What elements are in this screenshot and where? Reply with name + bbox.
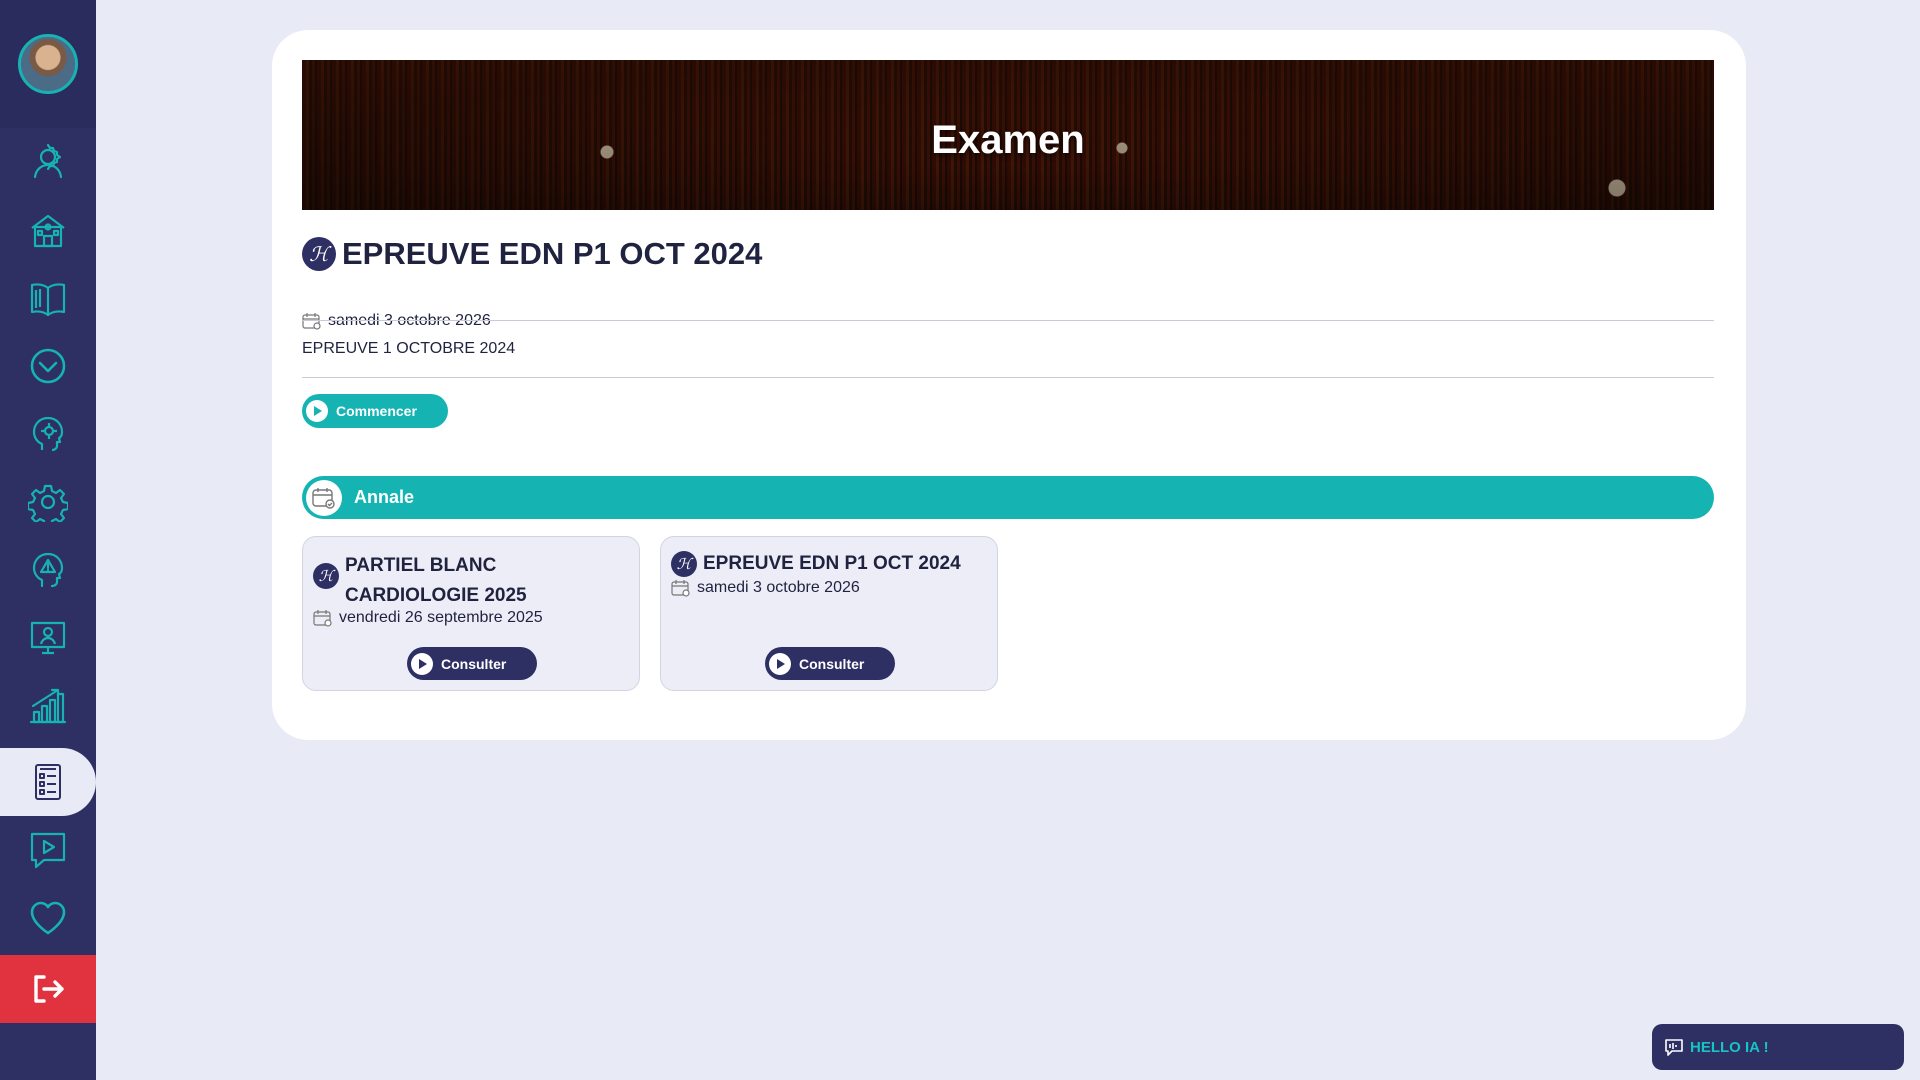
head-gear-icon bbox=[32, 416, 64, 452]
annale-card: ℋ PARTIEL BLANC CARDIOLOGIE 2025 vendred… bbox=[302, 536, 640, 691]
section-title: Annale bbox=[354, 487, 415, 507]
annale-title-line: EPREUVE EDN P1 OCT 2024 bbox=[703, 553, 961, 574]
sidebar-item-alerts[interactable] bbox=[0, 536, 96, 604]
annale-card-header: ℋ EPREUVE EDN P1 OCT 2024 bbox=[671, 551, 961, 577]
ai-chat-button[interactable]: HELLO IA ! bbox=[1652, 1024, 1904, 1070]
sidebar-item-classroom[interactable] bbox=[0, 604, 96, 672]
banner-title: Examen bbox=[931, 117, 1085, 162]
checklist-icon bbox=[35, 764, 61, 800]
chart-growth-icon bbox=[29, 688, 67, 724]
annale-card-header: ℋ PARTIEL BLANC CARDIOLOGIE 2025 bbox=[313, 551, 527, 611]
divider bbox=[302, 377, 1714, 378]
annale-date-text: vendredi 26 septembre 2025 bbox=[339, 609, 543, 626]
annale-date: vendredi 26 septembre 2025 bbox=[313, 609, 543, 627]
calendar-icon bbox=[313, 610, 332, 627]
sidebar-item-validate[interactable] bbox=[0, 332, 96, 400]
exam-date-text: samedi 3 octobre 2026 bbox=[328, 312, 491, 329]
calendar-icon bbox=[302, 313, 321, 330]
calendar-icon bbox=[671, 580, 690, 597]
annale-title-line: PARTIEL BLANC bbox=[345, 555, 497, 576]
gear-icon bbox=[28, 484, 68, 522]
annale-date: samedi 3 octobre 2026 bbox=[671, 579, 860, 597]
sidebar-item-settings[interactable] bbox=[0, 468, 96, 536]
banner-library-image: Examen bbox=[302, 60, 1714, 210]
school-icon bbox=[31, 214, 65, 248]
divider bbox=[302, 320, 1714, 321]
consult-button-label: Consulter bbox=[799, 655, 865, 672]
exam-date: samedi 3 octobre 2026 bbox=[302, 312, 491, 330]
monitor-user-icon bbox=[30, 621, 66, 655]
ai-chat-label: HELLO IA ! bbox=[1690, 1038, 1769, 1056]
play-icon bbox=[306, 400, 328, 422]
sidebar-item-favorites[interactable] bbox=[0, 884, 96, 952]
calendar-check-icon bbox=[306, 479, 342, 516]
sidebar-item-skills[interactable] bbox=[0, 400, 96, 468]
consult-button-label: Consulter bbox=[441, 655, 507, 672]
logout-button[interactable] bbox=[0, 955, 96, 1023]
head-alert-icon bbox=[32, 552, 64, 588]
sidebar-item-profile[interactable] bbox=[0, 128, 96, 196]
start-button-label: Commencer bbox=[336, 403, 417, 419]
video-chat-icon bbox=[30, 832, 66, 869]
sidebar-item-stats[interactable] bbox=[0, 672, 96, 740]
play-icon bbox=[411, 652, 433, 675]
sidebar-item-school[interactable] bbox=[0, 196, 96, 264]
exam-description: EPREUVE 1 OCTOBRE 2024 bbox=[302, 340, 516, 357]
exam-header: ℋ EPREUVE EDN P1 OCT 2024 bbox=[302, 236, 762, 272]
annale-card: ℋ EPREUVE EDN P1 OCT 2024 samedi 3 octob… bbox=[660, 536, 998, 691]
consult-button[interactable]: Consulter bbox=[407, 647, 537, 680]
annale-title-line: CARDIOLOGIE 2025 bbox=[345, 585, 527, 606]
exam-title: EPREUVE EDN P1 OCT 2024 bbox=[342, 236, 763, 271]
sidebar-item-exams[interactable] bbox=[0, 748, 96, 816]
exam-card: Examen ℋ EPREUVE EDN P1 OCT 2024 samedi … bbox=[272, 30, 1746, 740]
avatar[interactable] bbox=[18, 34, 78, 94]
user-gear-icon bbox=[33, 143, 63, 179]
sidebar bbox=[0, 0, 96, 1080]
brand-logo-icon: ℋ bbox=[302, 237, 336, 271]
brand-logo-icon: ℋ bbox=[671, 551, 697, 577]
consult-button[interactable]: Consulter bbox=[765, 647, 895, 680]
sidebar-item-videos[interactable] bbox=[0, 816, 96, 884]
chevron-circle-down-icon bbox=[30, 348, 66, 384]
chat-bubble-icon bbox=[1665, 1039, 1683, 1056]
avatar-area bbox=[0, 0, 96, 128]
book-open-icon bbox=[30, 283, 66, 317]
play-icon bbox=[769, 652, 791, 675]
annale-date-text: samedi 3 octobre 2026 bbox=[697, 579, 860, 596]
brand-logo-icon: ℋ bbox=[313, 563, 339, 589]
annale-section-header: Annale bbox=[302, 476, 1714, 519]
logout-icon bbox=[34, 975, 64, 1003]
heart-icon bbox=[30, 901, 66, 935]
start-button[interactable]: Commencer bbox=[302, 394, 448, 428]
sidebar-item-courses[interactable] bbox=[0, 264, 96, 332]
